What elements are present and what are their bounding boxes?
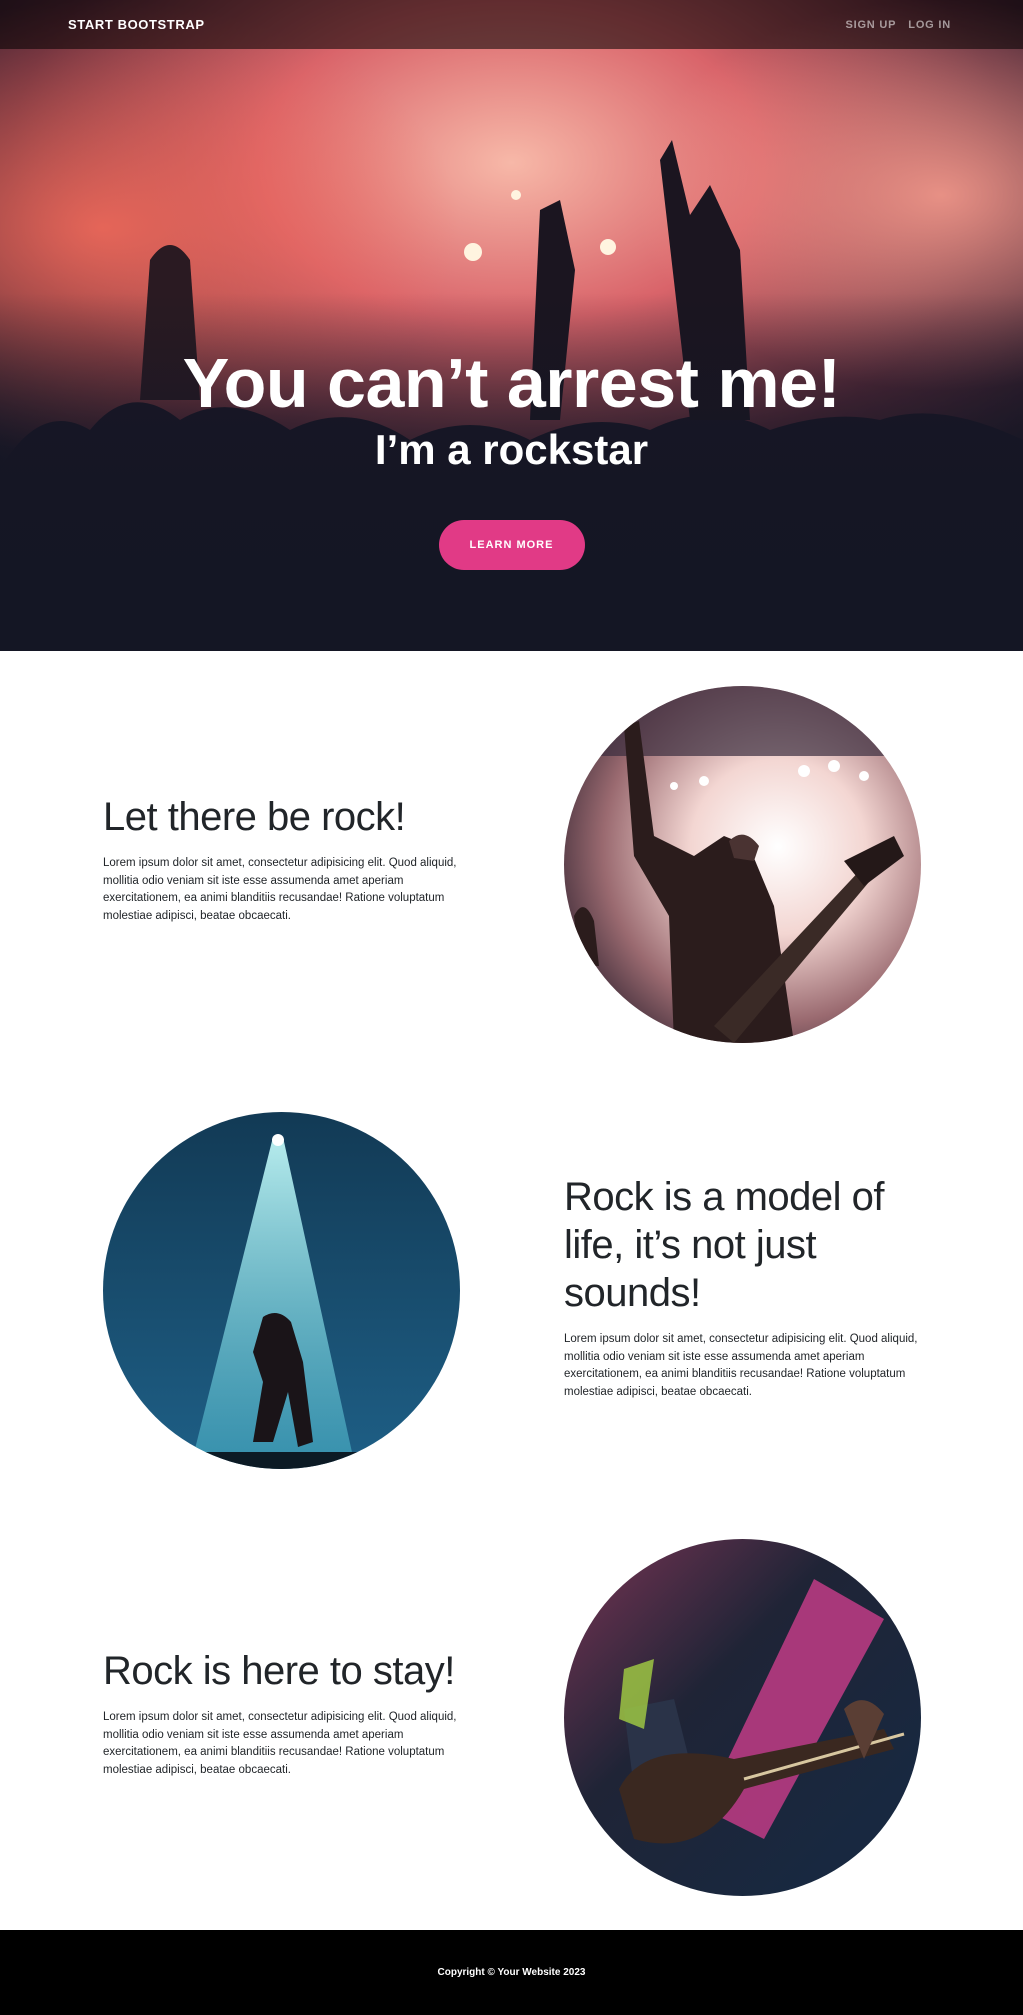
feature-body-2: Lorem ipsum dolor sit amet, consectetur …: [564, 1333, 918, 1398]
navbar-brand[interactable]: START BOOTSTRAP: [68, 17, 205, 32]
hero-title: You can’t arrest me!: [182, 344, 841, 422]
hero-subtitle: I’m a rockstar: [374, 426, 649, 473]
hero-section: You can’t arrest me! I’m a rockstar LEAR…: [0, 0, 1023, 651]
feature-body-1: Lorem ipsum dolor sit amet, consectetur …: [103, 857, 457, 922]
guitar-closeup-image: [564, 1539, 921, 1896]
feature-heading-1: Let there be rock!: [103, 795, 406, 839]
nav-links: SIGN UP LOG IN: [845, 19, 955, 31]
feature-image-1: [564, 686, 921, 1043]
feature-section-3: Rock is here to stay! Lorem ipsum dolor …: [0, 1504, 1023, 1930]
feature-heading-3: Rock is here to stay!: [103, 1649, 455, 1693]
footer-copyright: Copyright © Your Website 2023: [437, 1967, 586, 1978]
feature-section-1: Let there be rock! Lorem ipsum dolor sit…: [0, 651, 1023, 1077]
sign-up-link[interactable]: SIGN UP: [845, 19, 896, 31]
learn-more-button[interactable]: LEARN MORE: [438, 520, 585, 570]
footer: Copyright © Your Website 2023: [0, 1930, 1023, 2015]
singer-spotlight-image: [103, 1112, 460, 1469]
feature-body-3: Lorem ipsum dolor sit amet, consectetur …: [103, 1711, 457, 1776]
guitarist-silhouette-image: [564, 686, 921, 1043]
feature-section-2: Rock is a model of life, it’s not just s…: [0, 1077, 1023, 1504]
feature-text-3: Rock is here to stay! Lorem ipsum dolor …: [103, 1647, 473, 1779]
feature-image-3: [564, 1539, 921, 1896]
feature-heading-2: Rock is a model of life, it’s not just s…: [564, 1175, 885, 1315]
feature-image-2: [103, 1112, 460, 1469]
navbar: START BOOTSTRAP SIGN UP LOG IN: [0, 0, 1023, 49]
feature-text-2: Rock is a model of life, it’s not just s…: [564, 1173, 934, 1401]
hero-content: You can’t arrest me! I’m a rockstar LEAR…: [0, 340, 1023, 570]
feature-text-1: Let there be rock! Lorem ipsum dolor sit…: [103, 793, 473, 925]
log-in-link[interactable]: LOG IN: [908, 19, 951, 31]
